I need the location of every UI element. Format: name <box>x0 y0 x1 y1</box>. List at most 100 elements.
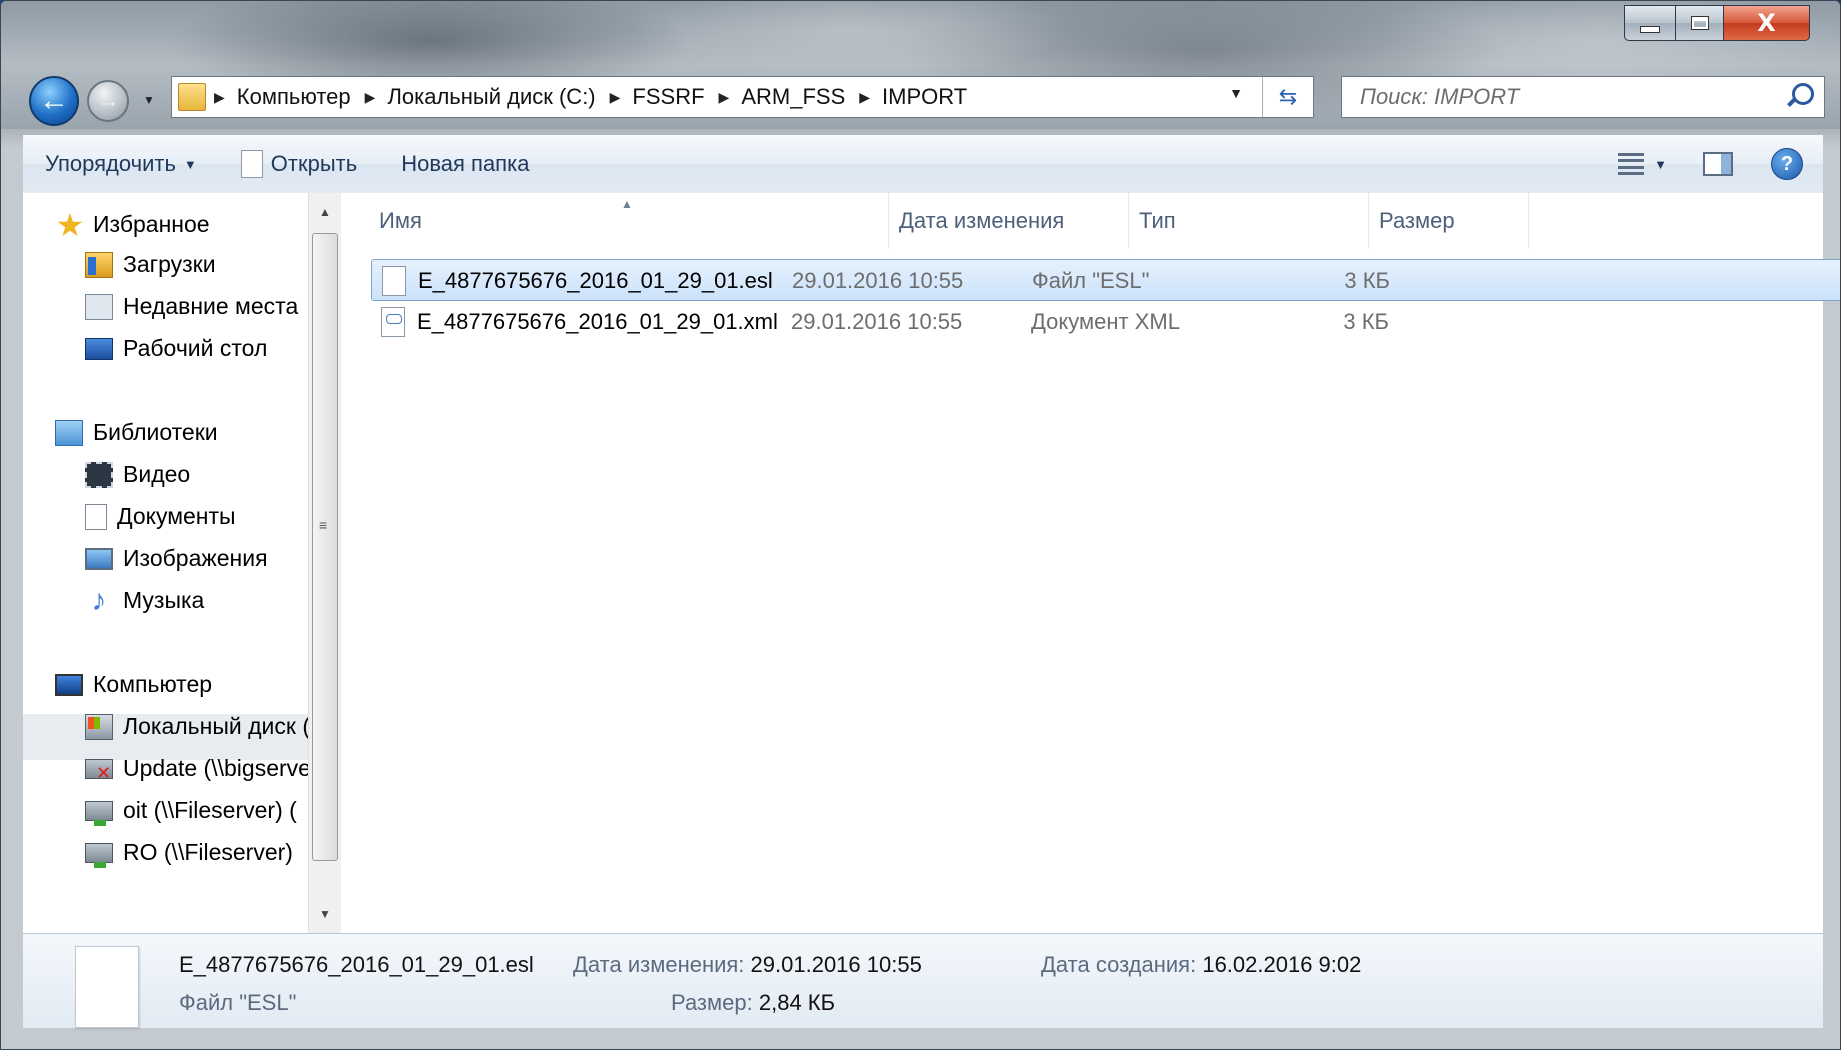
arrow-left-icon: ← <box>39 84 69 117</box>
close-icon: X <box>1757 9 1776 37</box>
network-drive-icon <box>85 842 113 868</box>
address-dropdown[interactable]: ▼ <box>1229 85 1243 101</box>
file-icon <box>382 266 406 296</box>
refresh-icon: ⇆ <box>1278 84 1298 109</box>
chevron-right-icon: ▶ <box>859 88 871 105</box>
chevron-right-icon: ▶ <box>609 88 621 105</box>
view-dropdown-icon[interactable]: ▼ <box>1654 157 1667 172</box>
open-button[interactable]: Открыть <box>219 135 379 193</box>
navigation-pane: ★ Избранное Загрузки Недавние места Рабоч… <box>23 193 342 933</box>
breadcrumb-3[interactable]: ▶ ARM_FSS <box>719 84 846 110</box>
chevron-right-icon: ▶ <box>718 88 730 105</box>
search-box[interactable] <box>1341 76 1825 118</box>
details-pane: E_4877675676_2016_01_29_01.esl Файл "ESL… <box>23 933 1823 1028</box>
nav-favorites[interactable]: ★ Избранное <box>55 206 210 243</box>
address-bar[interactable]: ▶ Компьютер ▶ Локальный диск (C:) ▶ FSSRF ▶… <box>171 76 1314 118</box>
recent-places-icon <box>85 293 113 320</box>
caption-buttons: X <box>1624 5 1810 41</box>
chevron-right-icon: ▶ <box>364 88 376 105</box>
column-header-name[interactable]: Имя ▲ <box>341 193 889 249</box>
scroll-down-icon[interactable]: ▼ <box>319 907 331 921</box>
details-modified: Дата изменения: 29.01.2016 10:55 <box>573 952 922 977</box>
local-disk-icon <box>85 713 113 740</box>
details-created: Дата создания: 16.02.2016 9:02 <box>1041 952 1362 977</box>
recent-pages-dropdown[interactable]: ▼ <box>143 93 155 107</box>
minimize-icon <box>1640 25 1660 33</box>
file-name-cell: E_4877675676_2016_01_29_01.esl <box>382 260 773 302</box>
disconnected-network-drive-icon <box>85 758 113 782</box>
file-row[interactable]: E_4877675676_2016_01_29_01.esl 29.01.201… <box>371 259 1840 302</box>
nav-item-desktop[interactable]: Рабочий стол <box>85 335 267 362</box>
nav-item-local-disk[interactable]: Локальный диск (C:) <box>85 713 341 740</box>
nav-item-video[interactable]: Видео <box>85 461 190 488</box>
pictures-icon <box>85 547 113 570</box>
xml-file-icon <box>381 307 405 337</box>
maximize-button[interactable] <box>1676 5 1724 41</box>
scroll-up-icon[interactable]: ▲ <box>319 205 331 219</box>
nav-scrollbar[interactable]: ▲ ≡ ▼ <box>308 193 341 933</box>
file-row[interactable]: E_4877675676_2016_01_29_01.xml 29.01.201… <box>371 301 1840 343</box>
sort-ascending-icon: ▲ <box>621 197 633 211</box>
column-header-type[interactable]: Тип <box>1129 193 1369 249</box>
documents-icon <box>85 503 107 530</box>
file-type-cell: Документ XML <box>1031 309 1180 334</box>
search-icon[interactable] <box>1792 83 1814 105</box>
downloads-icon <box>85 251 113 278</box>
details-filetype: Файл "ESL" <box>179 990 297 1015</box>
file-type-cell: Файл "ESL" <box>1032 268 1150 293</box>
chevron-right-icon: ▶ <box>214 88 225 105</box>
minimize-button[interactable] <box>1624 5 1676 41</box>
help-icon[interactable]: ? <box>1771 148 1803 180</box>
maximize-icon <box>1690 16 1709 30</box>
refresh-button[interactable]: ⇆ <box>1262 77 1313 117</box>
scroll-grip-icon: ≡ <box>319 517 328 533</box>
large-file-icon <box>75 946 139 1028</box>
nav-item-pictures[interactable]: Изображения <box>85 545 268 572</box>
scroll-thumb[interactable] <box>312 233 338 861</box>
nav-libraries[interactable]: Библиотеки <box>55 419 218 446</box>
file-name-cell: E_4877675676_2016_01_29_01.xml <box>381 301 778 343</box>
network-drive-icon <box>85 800 113 826</box>
explorer-window: X ← → ▼ ▶ Компьютер ▶ Локальный диск (C:) … <box>0 0 1841 1050</box>
organize-button[interactable]: Упорядочить ▼ <box>23 135 219 193</box>
arrow-right-icon: → <box>96 87 120 114</box>
close-button[interactable]: X <box>1724 5 1810 41</box>
column-header-date[interactable]: Дата изменения <box>889 193 1129 249</box>
nav-item-ro-share[interactable]: RO (\\Fileserver) <box>85 839 293 868</box>
nav-computer[interactable]: Компьютер <box>55 671 212 698</box>
view-options-icon[interactable] <box>1618 153 1645 175</box>
breadcrumb-2[interactable]: ▶ FSSRF <box>610 84 705 110</box>
details-size: Размер: 2,84 КБ <box>671 990 836 1015</box>
breadcrumb-1[interactable]: ▶ Локальный диск (C:) <box>365 84 596 110</box>
chevron-down-icon: ▼ <box>183 156 197 172</box>
file-size-cell: 3 КБ <box>1344 268 1390 293</box>
forward-button[interactable]: → <box>87 80 129 122</box>
column-header-size[interactable]: Размер <box>1369 193 1529 249</box>
breadcrumb-0[interactable]: ▶ Компьютер <box>214 84 351 110</box>
folder-icon <box>178 83 206 111</box>
document-icon <box>240 150 263 178</box>
file-date-cell: 29.01.2016 10:55 <box>791 309 963 334</box>
back-button[interactable]: ← <box>29 76 79 126</box>
file-date-cell: 29.01.2016 10:55 <box>792 268 964 293</box>
video-icon <box>85 461 113 488</box>
new-folder-button[interactable]: Новая папка <box>379 135 551 193</box>
nav-item-oit-share[interactable]: oit (\\Fileserver) ( <box>85 797 297 826</box>
nav-item-music[interactable]: ♪ Музыка <box>85 585 205 615</box>
toolbar-right: ▼ ? <box>1618 135 1823 193</box>
star-icon: ★ <box>55 206 85 243</box>
preview-pane-icon[interactable] <box>1703 152 1733 176</box>
details-filename: E_4877675676_2016_01_29_01.esl <box>179 952 534 977</box>
desktop-icon <box>85 337 113 360</box>
search-input[interactable] <box>1358 83 1762 111</box>
nav-item-update-share[interactable]: Update (\\bigserver) <box>85 755 326 782</box>
nav-item-documents[interactable]: Документы <box>85 503 236 530</box>
nav-item-recent-places[interactable]: Недавние места <box>85 293 298 320</box>
libraries-icon <box>55 419 83 446</box>
nav-item-downloads[interactable]: Загрузки <box>85 251 216 278</box>
computer-icon <box>55 673 83 696</box>
file-size-cell: 3 КБ <box>1343 309 1389 334</box>
command-bar: Упорядочить ▼ Открыть Новая папка ▼ ? <box>23 135 1823 194</box>
file-list: Имя ▲ Дата изменения Тип Размер E_4877675… <box>341 193 1840 933</box>
breadcrumb-4[interactable]: ▶ IMPORT <box>859 84 967 110</box>
